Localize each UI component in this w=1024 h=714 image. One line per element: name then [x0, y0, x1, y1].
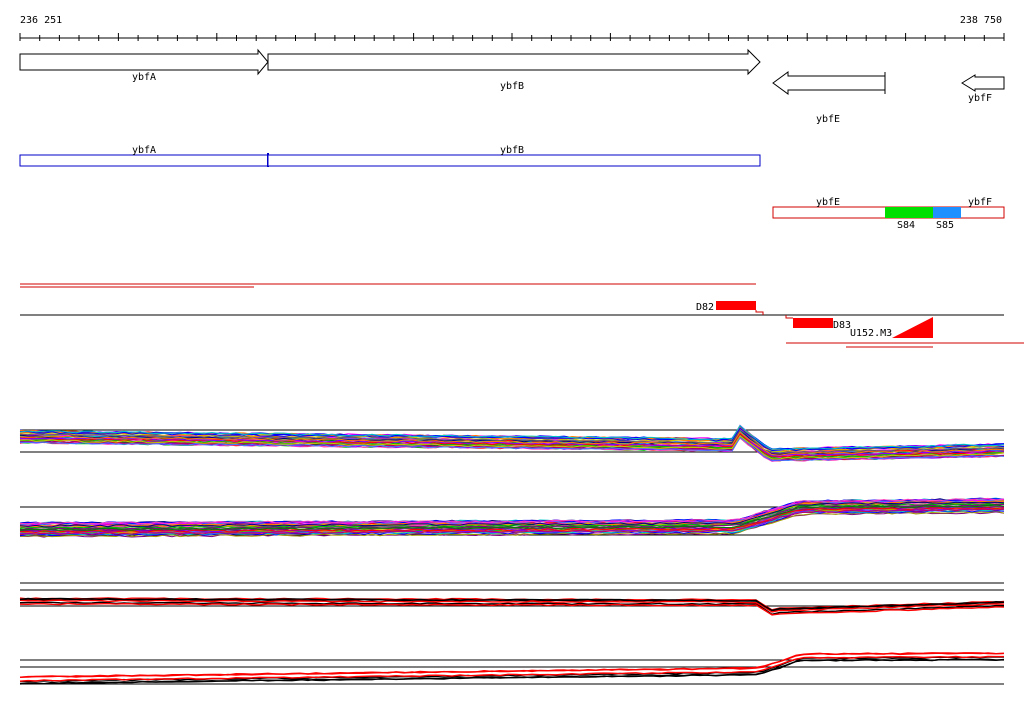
blue-label-ybfB: ybfB: [500, 145, 524, 156]
segment-label-S85: S85: [936, 220, 954, 231]
gene-arrow-ybfF[interactable]: [961, 74, 1005, 92]
red-label-ybfE: ybfE: [816, 197, 840, 208]
gene-arrow-ybfB[interactable]: [267, 48, 761, 76]
blue-annotation-track: ybfA ybfB: [19, 145, 761, 167]
red-annotation-track: ybfE ybfF S84 S85: [772, 197, 1005, 231]
profile-trace: [19, 652, 1005, 678]
panel-4-traces: [19, 652, 1005, 685]
feature-D82[interactable]: [716, 301, 756, 310]
gene-arrow-ybfA[interactable]: [19, 48, 269, 76]
gene-label-ybfF: ybfF: [968, 93, 992, 104]
ruler-end-label: 238 750: [960, 15, 1002, 26]
profile-panel-2: [19, 497, 1005, 538]
genome-browser-view: 236 251 238 750 ybfA ybfB ybfE ybfF ybfA…: [19, 15, 1024, 685]
panel-1-traces: [19, 424, 1005, 462]
red-label-ybfF: ybfF: [968, 197, 992, 208]
feature-label-U152-M3: U152.M3: [850, 328, 892, 339]
blue-box-ybfA[interactable]: [19, 154, 269, 167]
feature-label-D82: D82: [696, 302, 714, 313]
gene-label-ybfE: ybfE: [816, 114, 840, 125]
gene-label-ybfA: ybfA: [132, 72, 156, 83]
feature-label-D83: D83: [833, 320, 851, 331]
feature-U152-M3[interactable]: [892, 317, 933, 338]
feature-D83[interactable]: [793, 318, 833, 328]
ruler: 236 251 238 750: [19, 15, 1005, 41]
gene-label-ybfB: ybfB: [500, 81, 524, 92]
blue-label-ybfA: ybfA: [132, 145, 156, 156]
blue-box-ybfB[interactable]: [267, 154, 761, 167]
feature-track: D82 D83 U152.M3: [20, 283, 1024, 348]
panel-2-traces: [19, 497, 1005, 538]
segment-label-S84: S84: [897, 220, 915, 231]
profile-trace: [19, 652, 1005, 678]
profile-panel-3: [19, 582, 1005, 616]
profile-panel-1: [19, 424, 1005, 462]
profile-panel-4: [19, 652, 1005, 685]
gene-track: ybfA ybfB ybfE ybfF: [19, 48, 1005, 125]
ruler-start-label: 236 251: [20, 15, 62, 26]
segment-S84[interactable]: [885, 207, 933, 218]
feature-D82-tail: [755, 310, 764, 315]
gene-arrow-ybfE[interactable]: [772, 71, 886, 95]
ruler-ticks: [19, 33, 1005, 41]
segment-S85[interactable]: [933, 207, 961, 218]
